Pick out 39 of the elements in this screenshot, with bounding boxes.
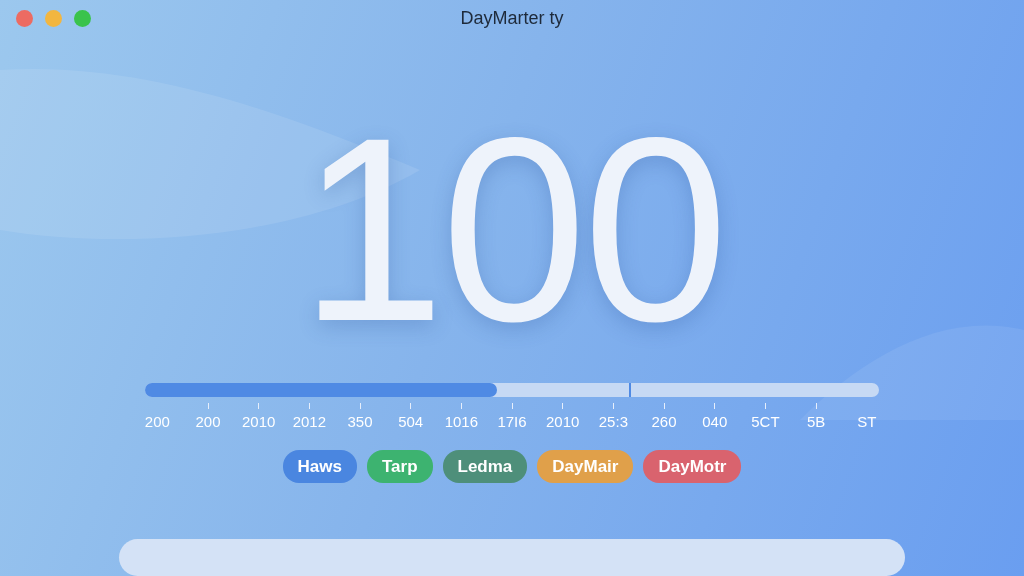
timeline-label: 2010 xyxy=(242,413,276,430)
tick-mark xyxy=(663,403,665,409)
timeline-label: ST xyxy=(857,413,877,430)
tag-chip[interactable]: Haws xyxy=(282,449,357,483)
timeline-label: 17I6 xyxy=(497,413,527,430)
timeline-label: 1016 xyxy=(444,413,479,430)
tag-chip[interactable]: DayMair xyxy=(537,449,634,483)
timeline-label: 504 xyxy=(398,413,424,430)
timeline-label: 260 xyxy=(651,413,677,430)
timeline-label: 200 xyxy=(195,413,221,430)
tick-mark xyxy=(511,403,513,409)
timeline-label: 200 xyxy=(144,413,170,430)
tick-mark xyxy=(258,403,260,409)
tick-mark xyxy=(764,403,766,409)
maximize-button[interactable] xyxy=(74,10,91,27)
counter-value: 100 xyxy=(299,99,725,329)
timeline-label: 2012 xyxy=(292,413,327,430)
tag-chip[interactable]: Tarp xyxy=(366,449,433,483)
tick-mark xyxy=(815,403,817,409)
tick-mark xyxy=(410,403,412,409)
minimize-button[interactable] xyxy=(45,10,62,27)
tick-mark xyxy=(207,403,209,409)
tick-mark xyxy=(612,403,614,409)
timeline-label: 5B xyxy=(806,413,826,430)
timeline-cursor[interactable] xyxy=(629,383,632,397)
timeline-label: 2010 xyxy=(546,413,580,430)
tick-mark xyxy=(460,403,462,409)
timeline-label: 350 xyxy=(347,413,373,430)
tick-mark xyxy=(308,403,310,409)
tick-mark xyxy=(562,403,564,409)
timeline-label: 5CT xyxy=(751,413,780,430)
tick-mark xyxy=(359,403,361,409)
timeline-label: 25:3 xyxy=(598,413,628,430)
window-title: DayMarter ty xyxy=(460,8,564,28)
tag-chip[interactable]: Ledma xyxy=(442,449,528,483)
tick-mark xyxy=(714,403,716,409)
close-button[interactable] xyxy=(16,10,33,27)
timeline-label: 040 xyxy=(702,413,728,430)
tag-chip[interactable]: DayMotr xyxy=(643,449,742,483)
